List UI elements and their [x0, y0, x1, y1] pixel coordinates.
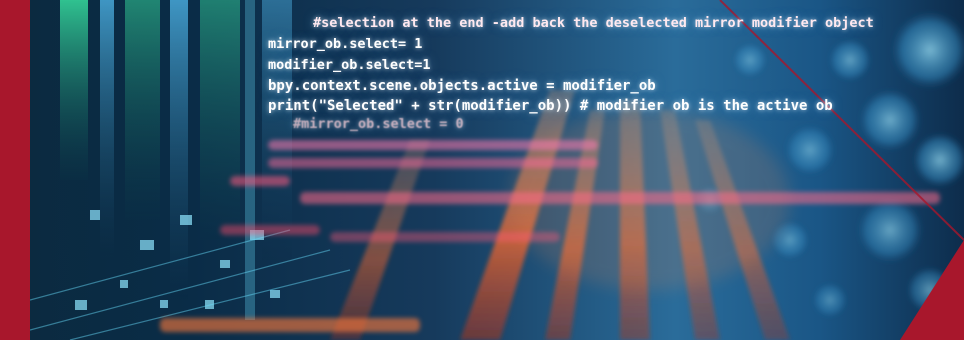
code-line-modifier-select: modifier_ob.select=1	[268, 57, 431, 73]
right-brand-wedge	[719, 0, 964, 340]
abstract-background-art	[30, 0, 964, 340]
code-line-active-object: bpy.context.scene.objects.active = modif…	[268, 78, 656, 94]
code-line-print: print("Selected" + str(modifier_ob)) # m…	[268, 98, 833, 114]
vertical-light-stripes	[60, 0, 292, 320]
code-snippet: #selection at the end -add back the dese…	[0, 0, 874, 152]
code-line-comment: #selection at the end -add back the dese…	[313, 15, 874, 31]
bokeh-lights	[695, 10, 964, 318]
code-line-mirror-select: mirror_ob.select= 1	[268, 36, 423, 52]
code-photo-banner: #selection at the end -add back the dese…	[0, 0, 964, 340]
code-line-commented-mirror: #mirror_ob.select = 0	[293, 116, 464, 132]
